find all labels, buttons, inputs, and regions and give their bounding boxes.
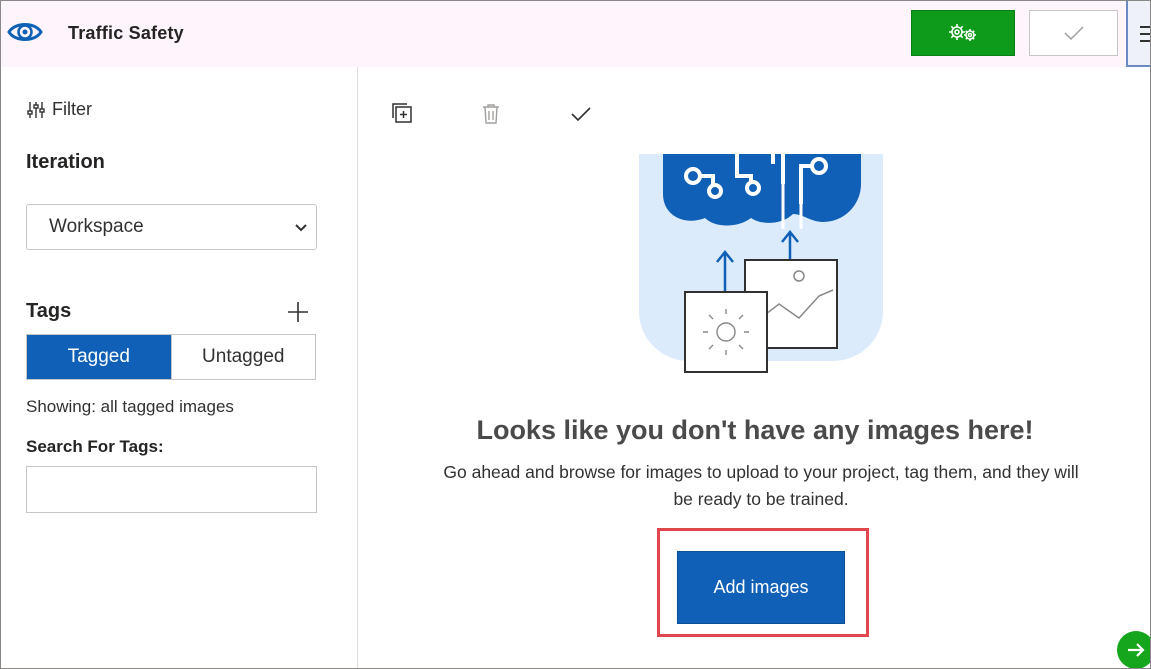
add-images-button[interactable]: Add images xyxy=(677,551,845,624)
hamburger-icon xyxy=(1140,26,1150,42)
search-tags-label: Search For Tags: xyxy=(26,437,164,456)
quick-test-button[interactable] xyxy=(1029,10,1118,56)
chevron-down-icon xyxy=(295,224,307,232)
project-title: Traffic Safety xyxy=(68,23,184,43)
sliders-icon xyxy=(27,101,45,118)
tags-heading: Tags xyxy=(26,300,72,322)
trash-icon[interactable] xyxy=(481,103,501,125)
menu-button[interactable] xyxy=(1126,1,1150,67)
gears-icon xyxy=(949,24,976,41)
sidebar: Filter Iteration Workspace Tags Tagged U… xyxy=(1,67,358,668)
filter-label: Filter xyxy=(52,99,92,119)
iteration-selected-value: Workspace xyxy=(49,216,144,237)
eye-icon[interactable] xyxy=(7,17,43,47)
select-all-checkmark-icon[interactable] xyxy=(570,106,592,122)
empty-state-title: Looks like you don't have any images her… xyxy=(476,415,1034,445)
checkmark-icon xyxy=(1063,26,1084,41)
plus-icon[interactable] xyxy=(287,301,309,323)
iteration-heading: Iteration xyxy=(26,151,105,173)
select-multiple-icon[interactable] xyxy=(392,103,414,125)
showing-status: Showing: all tagged images xyxy=(26,397,234,416)
next-arrow-button[interactable] xyxy=(1117,631,1150,668)
app-window: Traffic Safety Filter Iteration Workspac… xyxy=(0,0,1151,669)
empty-state-description: Go ahead and browse for images to upload… xyxy=(443,462,1079,509)
top-bar: Traffic Safety xyxy=(1,1,1150,67)
upload-images-illustration xyxy=(639,154,883,373)
iteration-dropdown[interactable]: Workspace xyxy=(26,204,317,250)
tag-filter-segmented-control: Tagged Untagged xyxy=(26,334,316,380)
tab-tagged[interactable]: Tagged xyxy=(27,335,171,379)
search-tags-input[interactable] xyxy=(26,466,317,513)
tab-untagged[interactable]: Untagged xyxy=(170,335,315,379)
arrow-right-icon xyxy=(1128,643,1145,657)
filter-toggle[interactable]: Filter xyxy=(26,99,92,120)
train-button[interactable] xyxy=(911,10,1015,56)
